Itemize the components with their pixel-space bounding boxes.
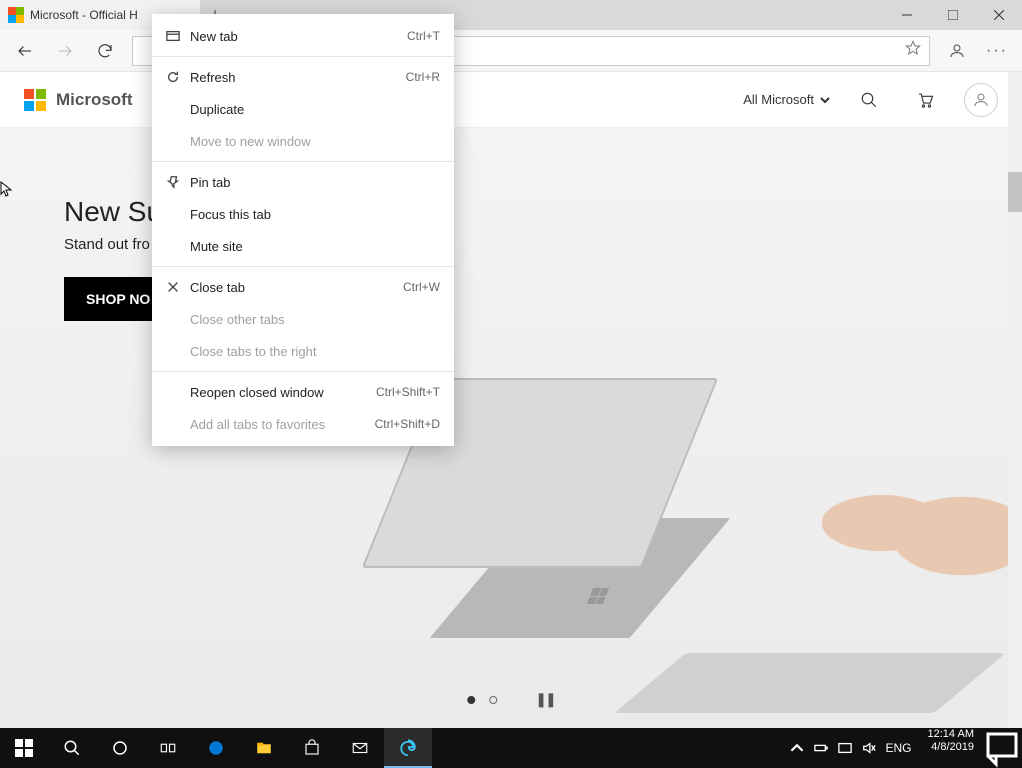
ctx-new-tab[interactable]: New tab Ctrl+T bbox=[152, 20, 454, 52]
clock-time: 12:14 AM bbox=[928, 728, 974, 741]
settings-menu-button[interactable]: ··· bbox=[978, 32, 1016, 70]
shop-now-label: SHOP NO bbox=[86, 291, 150, 307]
ctx-close-tab[interactable]: Close tab Ctrl+W bbox=[152, 271, 454, 303]
tab-context-menu: New tab Ctrl+T Refresh Ctrl+R Duplicate … bbox=[152, 14, 454, 446]
ctx-duplicate[interactable]: Duplicate bbox=[152, 93, 454, 125]
refresh-button[interactable] bbox=[86, 32, 124, 70]
all-microsoft-menu[interactable]: All Microsoft bbox=[743, 92, 830, 107]
new-tab-icon bbox=[166, 29, 190, 43]
ctx-mute-site[interactable]: Mute site bbox=[152, 230, 454, 262]
pin-icon bbox=[166, 175, 190, 189]
start-button[interactable] bbox=[0, 728, 48, 768]
ctx-separator bbox=[152, 56, 454, 57]
mail-icon[interactable] bbox=[336, 728, 384, 768]
ctx-close-tabs-right: Close tabs to the right bbox=[152, 335, 454, 367]
network-icon[interactable] bbox=[838, 741, 852, 755]
action-center-button[interactable] bbox=[982, 728, 1022, 768]
ctx-close-other-tabs: Close other tabs bbox=[152, 303, 454, 335]
microsoft-logo-icon bbox=[24, 89, 46, 111]
task-view-button[interactable] bbox=[144, 728, 192, 768]
system-tray[interactable]: ENG bbox=[782, 728, 920, 768]
pager-dot-2[interactable] bbox=[489, 696, 497, 704]
minimize-button[interactable] bbox=[884, 0, 930, 30]
cart-icon[interactable] bbox=[908, 83, 942, 117]
scrollbar-thumb[interactable] bbox=[1008, 172, 1022, 212]
ctx-separator bbox=[152, 161, 454, 162]
ctx-refresh[interactable]: Refresh Ctrl+R bbox=[152, 61, 454, 93]
chevron-down-icon bbox=[820, 95, 830, 105]
language-indicator[interactable]: ENG bbox=[886, 741, 912, 755]
favorite-star-icon[interactable] bbox=[905, 40, 921, 61]
pager-dot-1[interactable] bbox=[467, 696, 475, 704]
refresh-icon bbox=[166, 70, 190, 84]
pager-pause-button[interactable]: ❚❚ bbox=[535, 691, 554, 708]
volume-muted-icon[interactable] bbox=[862, 741, 876, 755]
ctx-separator bbox=[152, 266, 454, 267]
forward-button[interactable] bbox=[46, 32, 84, 70]
vertical-scrollbar[interactable] bbox=[1008, 72, 1022, 728]
taskbar-clock[interactable]: 12:14 AM 4/8/2019 bbox=[920, 728, 982, 768]
clock-date: 4/8/2019 bbox=[928, 741, 974, 754]
tray-overflow-icon[interactable] bbox=[790, 741, 804, 755]
edge-legacy-icon[interactable] bbox=[192, 728, 240, 768]
back-button[interactable] bbox=[6, 32, 44, 70]
search-button[interactable] bbox=[48, 728, 96, 768]
edge-active-icon[interactable] bbox=[384, 728, 432, 768]
search-icon[interactable] bbox=[852, 83, 886, 117]
all-microsoft-label: All Microsoft bbox=[743, 92, 814, 107]
ctx-reopen-closed-window[interactable]: Reopen closed window Ctrl+Shift+T bbox=[152, 376, 454, 408]
microsoft-logo-text: Microsoft bbox=[56, 90, 133, 110]
profile-button[interactable] bbox=[938, 32, 976, 70]
hero-hands-image bbox=[822, 458, 1022, 588]
battery-icon[interactable] bbox=[814, 741, 828, 755]
close-button[interactable] bbox=[976, 0, 1022, 30]
file-explorer-icon[interactable] bbox=[240, 728, 288, 768]
mouse-cursor bbox=[0, 181, 16, 202]
ctx-separator bbox=[152, 371, 454, 372]
ctx-pin-tab[interactable]: Pin tab bbox=[152, 166, 454, 198]
ctx-move-to-new-window: Move to new window bbox=[152, 125, 454, 157]
ctx-focus-this-tab[interactable]: Focus this tab bbox=[152, 198, 454, 230]
windows-taskbar: ENG 12:14 AM 4/8/2019 bbox=[0, 728, 1022, 768]
close-icon bbox=[166, 280, 190, 294]
ctx-add-all-tabs-favorites: Add all tabs to favorites Ctrl+Shift+D bbox=[152, 408, 454, 440]
carousel-pager: ❚❚ bbox=[467, 691, 554, 708]
maximize-button[interactable] bbox=[930, 0, 976, 30]
cortana-button[interactable] bbox=[96, 728, 144, 768]
window-controls bbox=[884, 0, 1022, 30]
microsoft-store-icon[interactable] bbox=[288, 728, 336, 768]
account-avatar[interactable] bbox=[964, 83, 998, 117]
microsoft-favicon bbox=[8, 7, 24, 23]
